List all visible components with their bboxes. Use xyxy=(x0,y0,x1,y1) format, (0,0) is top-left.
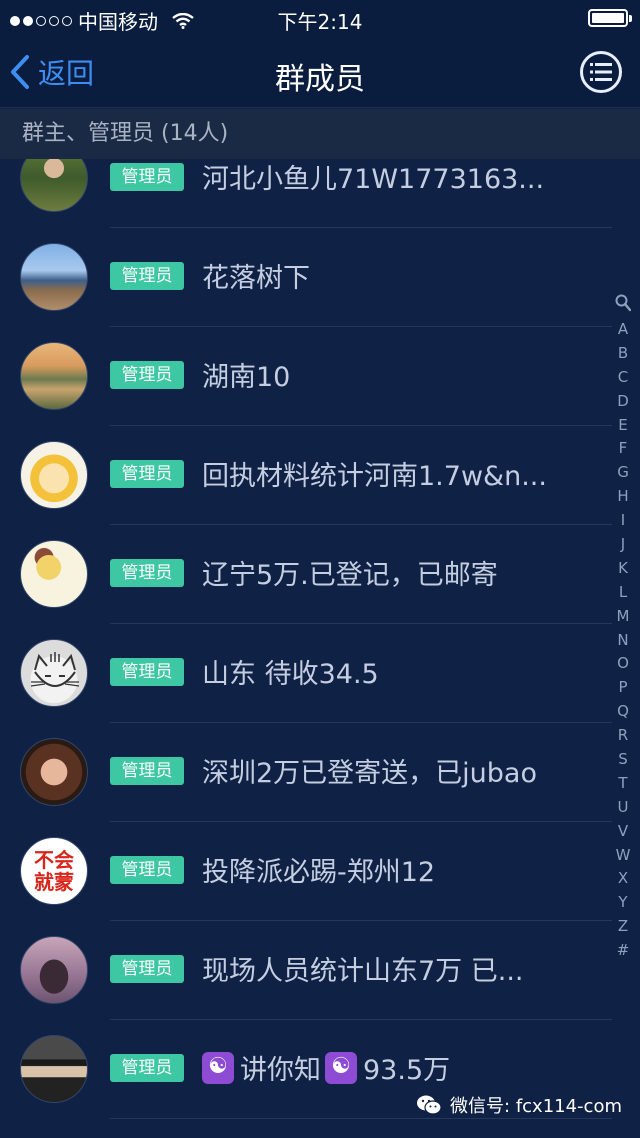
list-icon xyxy=(590,63,612,81)
index-letter[interactable]: S xyxy=(618,748,628,772)
yin-yang-icon xyxy=(202,1052,234,1084)
admin-badge: 管理员 xyxy=(110,757,184,785)
avatar[interactable] xyxy=(20,738,88,806)
member-name: 山东 待收34.5 xyxy=(202,659,379,690)
member-row[interactable]: 管理员 回执材料统计河南1.7w&n... xyxy=(0,426,612,525)
index-letter[interactable]: K xyxy=(618,557,628,581)
admin-badge: 管理员 xyxy=(110,460,184,488)
index-letter[interactable]: T xyxy=(618,772,627,796)
nav-bar: 返回 群成员 xyxy=(0,36,640,108)
index-letter[interactable]: # xyxy=(617,939,630,963)
avatar[interactable] xyxy=(20,441,88,509)
member-name: 花落树下 xyxy=(202,263,310,294)
member-row[interactable]: 管理员 花落树下 xyxy=(0,228,612,327)
index-letter[interactable]: G xyxy=(617,461,629,485)
index-letter[interactable]: E xyxy=(618,414,627,438)
index-letter[interactable]: J xyxy=(621,533,625,557)
admin-badge: 管理员 xyxy=(110,658,184,686)
member-row[interactable]: 管理员 深圳2万已登寄送，已jubao xyxy=(0,723,612,822)
index-bar[interactable]: A B C D E F G H I J K L M N O P Q R S T … xyxy=(610,294,636,963)
avatar-text: 不会 xyxy=(34,848,74,872)
index-letter[interactable]: U xyxy=(618,796,629,820)
watermark-text: 微信号: fcx114-com xyxy=(450,1096,622,1117)
yin-yang-icon xyxy=(325,1052,357,1084)
search-icon[interactable] xyxy=(615,294,631,312)
member-row[interactable]: 管理员 湖南10 xyxy=(0,327,612,426)
index-letter[interactable]: A xyxy=(618,318,628,342)
member-name-part: 93.5万 xyxy=(363,1055,451,1086)
avatar[interactable] xyxy=(20,1035,88,1103)
member-name: 湖南10 xyxy=(202,362,291,393)
wechat-icon xyxy=(417,1095,442,1115)
status-time: 下午2:14 xyxy=(277,10,363,34)
index-letter[interactable]: H xyxy=(617,485,628,509)
index-letter[interactable]: R xyxy=(618,724,628,748)
member-name-part: 讲你知 xyxy=(240,1055,321,1086)
index-letter[interactable]: V xyxy=(618,820,628,844)
row-divider xyxy=(110,1118,612,1119)
admin-badge: 管理员 xyxy=(110,163,184,191)
index-letter[interactable]: P xyxy=(618,676,627,700)
member-name: 深圳2万已登寄送，已jubao xyxy=(202,758,537,789)
avatar[interactable] xyxy=(20,540,88,608)
index-letter[interactable]: Y xyxy=(618,891,627,915)
index-letter[interactable]: O xyxy=(617,652,629,676)
admin-badge: 管理员 xyxy=(110,262,184,290)
avatar[interactable] xyxy=(20,243,88,311)
avatar-text: 就蒙 xyxy=(34,870,74,894)
index-letter[interactable]: C xyxy=(618,366,628,390)
index-letter[interactable]: L xyxy=(619,581,627,605)
section-header: 群主、管理员 (14人) xyxy=(0,109,640,159)
index-letter[interactable]: D xyxy=(617,390,629,414)
avatar[interactable] xyxy=(20,936,88,1004)
index-letter[interactable]: N xyxy=(617,629,628,653)
index-letter[interactable]: Q xyxy=(617,700,629,724)
index-letter[interactable]: I xyxy=(621,509,625,533)
member-name: 讲你知 93.5万 xyxy=(202,1048,450,1087)
member-row[interactable]: 管理员 河北小鱼儿71W1773163... xyxy=(0,159,612,228)
avatar[interactable] xyxy=(20,159,88,212)
admin-badge: 管理员 xyxy=(110,1054,184,1082)
admin-badge: 管理员 xyxy=(110,559,184,587)
avatar[interactable] xyxy=(20,342,88,410)
member-row[interactable]: 管理员 现场人员统计山东7万 已... xyxy=(0,921,612,1020)
index-letter[interactable]: X xyxy=(618,867,628,891)
page-title: 群成员 xyxy=(275,62,365,97)
admin-badge: 管理员 xyxy=(110,955,184,983)
member-row[interactable]: 管理员 山东 待收34.5 xyxy=(0,624,612,723)
admin-badge: 管理员 xyxy=(110,856,184,884)
member-list[interactable]: 管理员 河北小鱼儿71W1773163... 管理员 花落树下 管理员 湖南10… xyxy=(0,159,612,1138)
index-letter[interactable]: M xyxy=(617,605,630,629)
member-row[interactable]: 管理员 辽宁5万.已登记，已邮寄 xyxy=(0,525,612,624)
index-letter[interactable]: F xyxy=(619,437,628,461)
avatar[interactable]: 不会 就蒙 xyxy=(20,837,88,905)
wechat-watermark: 微信号: fcx114-com xyxy=(416,1092,622,1118)
member-name: 现场人员统计山东7万 已... xyxy=(202,956,524,987)
index-letter[interactable]: W xyxy=(616,844,631,868)
member-row[interactable]: 不会 就蒙 管理员 投降派必踢-郑州12 xyxy=(0,822,612,921)
battery-icon xyxy=(588,9,632,27)
cat-sketch-icon xyxy=(30,652,80,687)
index-letter[interactable]: B xyxy=(618,342,628,366)
member-name: 辽宁5万.已登记，已邮寄 xyxy=(202,560,498,591)
member-name: 回执材料统计河南1.7w&n... xyxy=(202,461,547,492)
member-name: 河北小鱼儿71W1773163... xyxy=(202,164,545,195)
avatar[interactable] xyxy=(20,639,88,707)
index-letter[interactable]: Z xyxy=(618,915,628,939)
status-bar: 中国移动 下午2:14 xyxy=(0,0,640,36)
admin-badge: 管理员 xyxy=(110,361,184,389)
member-menu-button[interactable] xyxy=(580,51,622,93)
member-name: 投降派必踢-郑州12 xyxy=(202,857,436,888)
